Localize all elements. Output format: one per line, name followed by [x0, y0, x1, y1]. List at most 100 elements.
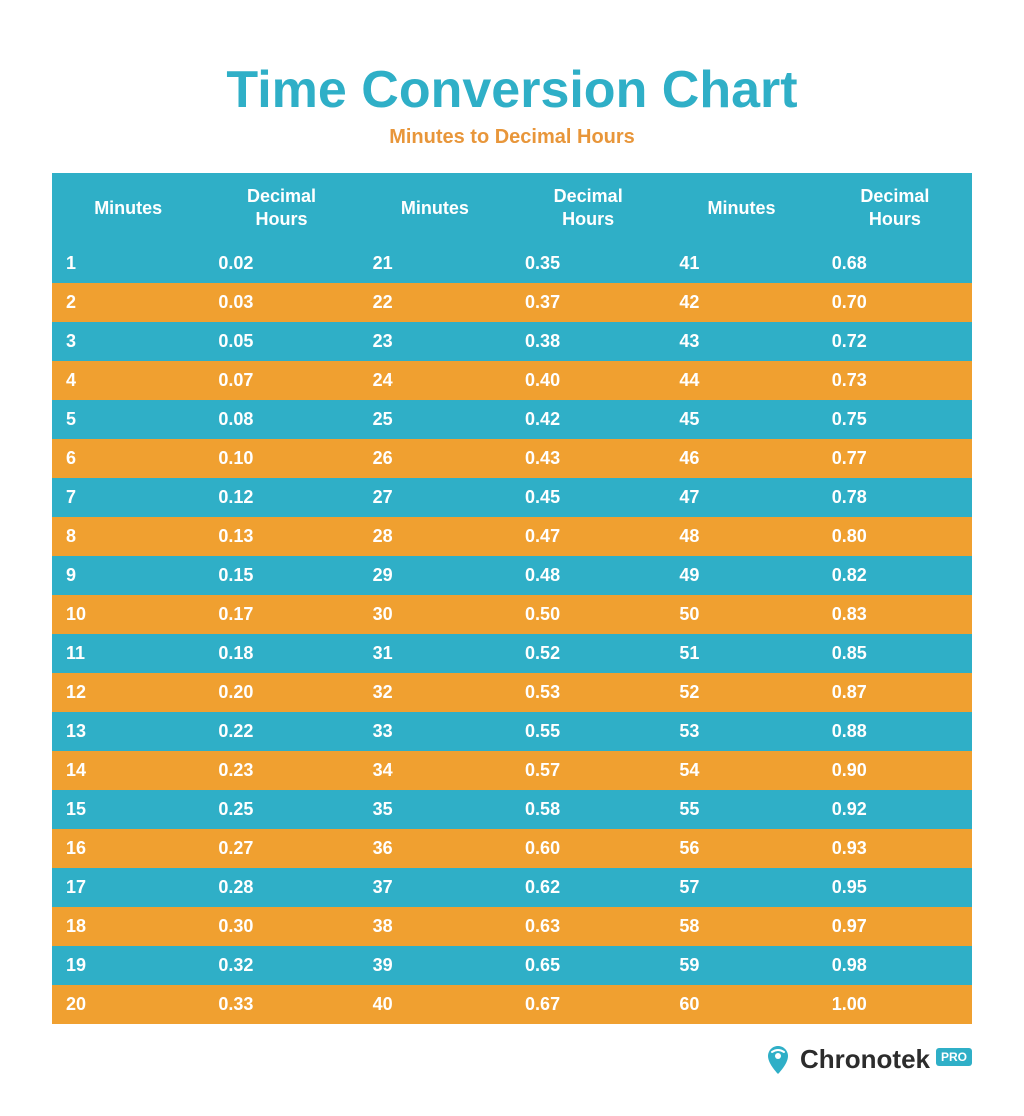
cell-row18-col1: 18	[52, 907, 204, 946]
cell-row4-col5: 44	[665, 361, 817, 400]
col-header-decimal-3: DecimalHours	[818, 173, 972, 244]
cell-row8-col1: 8	[52, 517, 204, 556]
cell-row19-col2: 0.32	[204, 946, 358, 985]
table-row: 180.30380.63580.97	[52, 907, 972, 946]
table-row: 60.10260.43460.77	[52, 439, 972, 478]
cell-row4-col4: 0.40	[511, 361, 665, 400]
cell-row1-col4: 0.35	[511, 244, 665, 283]
table-row: 160.27360.60560.93	[52, 829, 972, 868]
cell-row3-col3: 23	[359, 322, 511, 361]
cell-row15-col4: 0.58	[511, 790, 665, 829]
cell-row20-col4: 0.67	[511, 985, 665, 1024]
cell-row16-col5: 56	[665, 829, 817, 868]
table-row: 170.28370.62570.95	[52, 868, 972, 907]
cell-row1-col3: 21	[359, 244, 511, 283]
cell-row6-col2: 0.10	[204, 439, 358, 478]
cell-row19-col6: 0.98	[818, 946, 972, 985]
cell-row8-col5: 48	[665, 517, 817, 556]
cell-row9-col3: 29	[359, 556, 511, 595]
cell-row18-col5: 58	[665, 907, 817, 946]
table-row: 140.23340.57540.90	[52, 751, 972, 790]
cell-row10-col6: 0.83	[818, 595, 972, 634]
cell-row15-col1: 15	[52, 790, 204, 829]
cell-row5-col3: 25	[359, 400, 511, 439]
cell-row1-col2: 0.02	[204, 244, 358, 283]
table-row: 110.18310.52510.85	[52, 634, 972, 673]
cell-row18-col3: 38	[359, 907, 511, 946]
cell-row12-col2: 0.20	[204, 673, 358, 712]
cell-row11-col6: 0.85	[818, 634, 972, 673]
cell-row13-col3: 33	[359, 712, 511, 751]
cell-row9-col5: 49	[665, 556, 817, 595]
cell-row12-col1: 12	[52, 673, 204, 712]
cell-row7-col4: 0.45	[511, 478, 665, 517]
cell-row17-col1: 17	[52, 868, 204, 907]
cell-row6-col5: 46	[665, 439, 817, 478]
col-header-decimal-2: DecimalHours	[511, 173, 665, 244]
cell-row19-col4: 0.65	[511, 946, 665, 985]
cell-row17-col3: 37	[359, 868, 511, 907]
table-row: 10.02210.35410.68	[52, 244, 972, 283]
table-row: 80.13280.47480.80	[52, 517, 972, 556]
cell-row3-col5: 43	[665, 322, 817, 361]
cell-row1-col5: 41	[665, 244, 817, 283]
table-row: 190.32390.65590.98	[52, 946, 972, 985]
cell-row4-col1: 4	[52, 361, 204, 400]
cell-row1-col6: 0.68	[818, 244, 972, 283]
cell-row15-col6: 0.92	[818, 790, 972, 829]
cell-row14-col3: 34	[359, 751, 511, 790]
cell-row12-col4: 0.53	[511, 673, 665, 712]
cell-row14-col4: 0.57	[511, 751, 665, 790]
cell-row10-col4: 0.50	[511, 595, 665, 634]
cell-row16-col1: 16	[52, 829, 204, 868]
cell-row6-col6: 0.77	[818, 439, 972, 478]
page-subtitle: Minutes to Decimal Hours	[389, 126, 635, 149]
cell-row16-col3: 36	[359, 829, 511, 868]
table-wrapper: Minutes DecimalHours Minutes DecimalHour…	[52, 173, 972, 1024]
cell-row13-col5: 53	[665, 712, 817, 751]
cell-row11-col3: 31	[359, 634, 511, 673]
cell-row2-col3: 22	[359, 283, 511, 322]
cell-row15-col5: 55	[665, 790, 817, 829]
table-row: 150.25350.58550.92	[52, 790, 972, 829]
table-row: 20.03220.37420.70	[52, 283, 972, 322]
cell-row9-col2: 0.15	[204, 556, 358, 595]
cell-row20-col3: 40	[359, 985, 511, 1024]
cell-row20-col6: 1.00	[818, 985, 972, 1024]
col-header-minutes-3: Minutes	[665, 173, 817, 244]
cell-row2-col1: 2	[52, 283, 204, 322]
cell-row14-col1: 14	[52, 751, 204, 790]
cell-row11-col2: 0.18	[204, 634, 358, 673]
cell-row14-col6: 0.90	[818, 751, 972, 790]
cell-row14-col2: 0.23	[204, 751, 358, 790]
table-header-row: Minutes DecimalHours Minutes DecimalHour…	[52, 173, 972, 244]
cell-row19-col3: 39	[359, 946, 511, 985]
cell-row7-col6: 0.78	[818, 478, 972, 517]
conversion-table: Minutes DecimalHours Minutes DecimalHour…	[52, 173, 972, 1024]
table-row: 90.15290.48490.82	[52, 556, 972, 595]
cell-row9-col4: 0.48	[511, 556, 665, 595]
cell-row2-col4: 0.37	[511, 283, 665, 322]
cell-row2-col2: 0.03	[204, 283, 358, 322]
cell-row10-col5: 50	[665, 595, 817, 634]
logo-pro-badge: PRO	[936, 1048, 972, 1066]
cell-row13-col6: 0.88	[818, 712, 972, 751]
cell-row10-col3: 30	[359, 595, 511, 634]
cell-row4-col3: 24	[359, 361, 511, 400]
cell-row6-col1: 6	[52, 439, 204, 478]
table-row: 70.12270.45470.78	[52, 478, 972, 517]
cell-row11-col5: 51	[665, 634, 817, 673]
cell-row13-col2: 0.22	[204, 712, 358, 751]
table-row: 30.05230.38430.72	[52, 322, 972, 361]
cell-row16-col6: 0.93	[818, 829, 972, 868]
cell-row20-col1: 20	[52, 985, 204, 1024]
cell-row7-col1: 7	[52, 478, 204, 517]
cell-row17-col5: 57	[665, 868, 817, 907]
cell-row5-col4: 0.42	[511, 400, 665, 439]
cell-row13-col4: 0.55	[511, 712, 665, 751]
table-row: 130.22330.55530.88	[52, 712, 972, 751]
cell-row5-col6: 0.75	[818, 400, 972, 439]
cell-row17-col2: 0.28	[204, 868, 358, 907]
cell-row2-col6: 0.70	[818, 283, 972, 322]
cell-row13-col1: 13	[52, 712, 204, 751]
